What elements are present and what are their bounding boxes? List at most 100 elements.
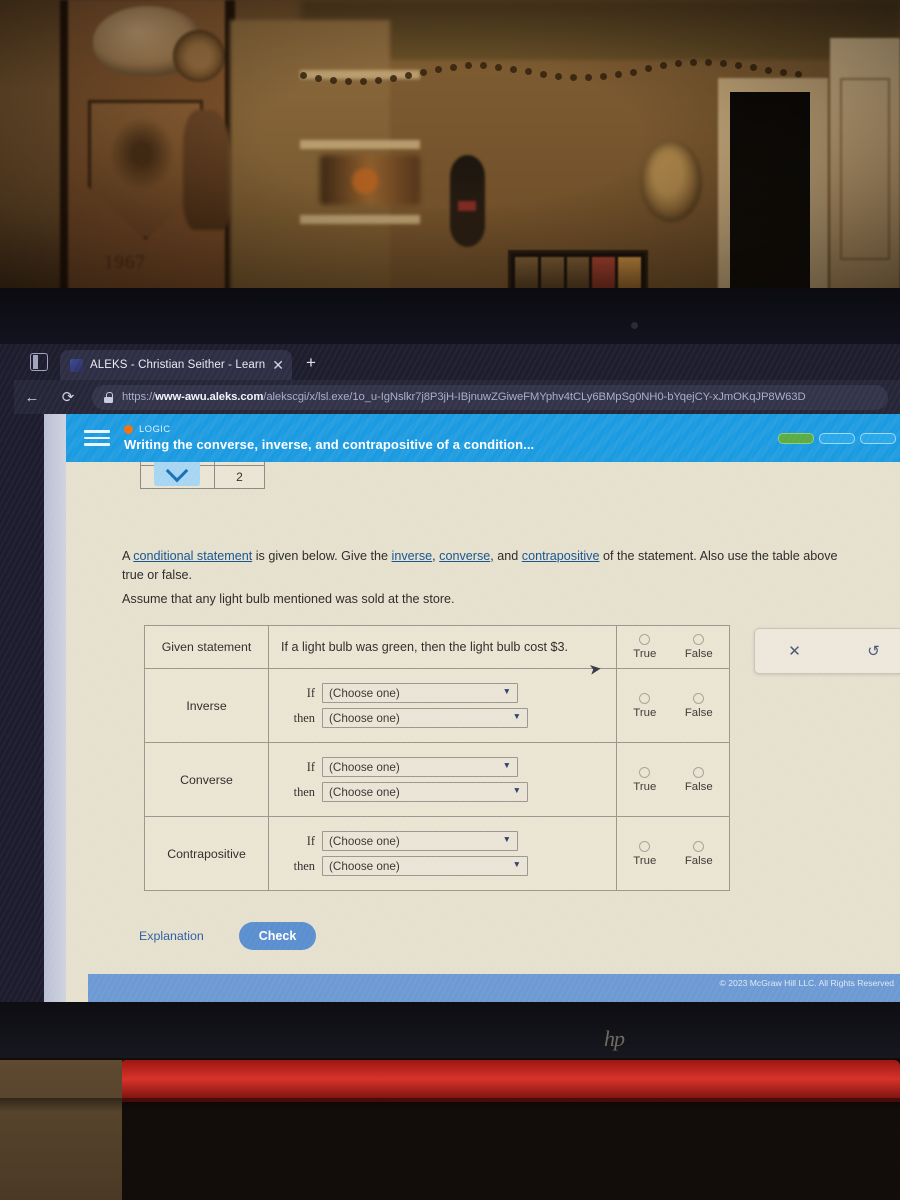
close-tab-icon[interactable]: ✕ [272, 358, 284, 372]
if-select-inverse[interactable]: (Choose one) [322, 683, 518, 703]
tab-actions-icon[interactable] [30, 353, 48, 371]
progress-segment [819, 432, 855, 444]
select-line: If (Choose one) [281, 831, 604, 851]
prompt-p2: is given below. Give the [252, 549, 392, 563]
laptop-base-left-shadow [0, 1060, 122, 1200]
select-line: then (Choose one) [281, 708, 604, 728]
menu-icon[interactable] [84, 426, 110, 449]
false-radio-option[interactable]: False [684, 840, 713, 867]
laptop-top-bezel [0, 288, 900, 344]
table-row: Given statement If a light bulb was green… [144, 625, 730, 669]
true-radio-button[interactable] [639, 840, 651, 852]
truth-radio-group: True False [619, 840, 727, 867]
false-radio-button[interactable] [693, 766, 705, 778]
laptop-bottom-bezel [0, 1002, 900, 1058]
url-host: www-awu.aleks.com [155, 391, 264, 403]
true-radio-button[interactable] [639, 766, 651, 778]
inverse-link[interactable]: inverse [392, 549, 433, 563]
if-keyword: If [306, 833, 315, 848]
back-icon[interactable]: ← [14, 384, 50, 410]
true-radio-label: True [633, 780, 657, 793]
false-radio-option[interactable]: False [684, 692, 713, 719]
select-line: If (Choose one) [281, 683, 604, 703]
false-radio-option[interactable]: False [684, 766, 713, 793]
true-radio-button[interactable] [639, 692, 651, 704]
prompt-p1: A [122, 549, 134, 563]
if-keyword: If [306, 685, 315, 700]
clear-icon[interactable]: ✕ [755, 642, 834, 660]
conditional-statement-link[interactable]: conditional statement [133, 549, 252, 563]
aleks-header: LOGIC Writing the converse, inverse, and… [66, 414, 900, 462]
table-row: Converse If (Choose one) then (Choose one) Tr… [144, 742, 730, 817]
then-select-wrapper: (Choose one) [322, 708, 528, 728]
false-radio-option[interactable]: False [685, 634, 713, 660]
table-row: Contrapositive If (Choose one) then (Choose … [144, 816, 730, 891]
if-select-wrapper: (Choose one) [322, 831, 518, 851]
assumption-text: Assume that any light bulb mentioned was… [122, 592, 455, 606]
count-cell: 2 [214, 465, 265, 489]
if-select-contrapositive[interactable]: (Choose one) [322, 831, 518, 851]
address-bar[interactable]: https://www-awu.aleks.com/alekscgi/x/lsl… [92, 384, 888, 410]
select-line: then (Choose one) [281, 782, 604, 802]
false-radio-label: False [684, 706, 713, 719]
false-radio-label: False [684, 780, 713, 793]
favicon-icon [70, 358, 83, 372]
if-select-wrapper: (Choose one) [322, 757, 518, 777]
contrapositive-link[interactable]: contrapositive [522, 549, 600, 563]
prompt-text: A conditional statement is given below. … [122, 547, 890, 585]
truth-radio-group: True False [619, 692, 727, 719]
row-label: Contrapositive [144, 816, 269, 891]
then-keyword: then [293, 858, 315, 873]
new-tab-icon[interactable]: + [306, 354, 316, 371]
row-label: Converse [144, 742, 269, 817]
false-radio-label: False [684, 648, 713, 660]
then-select-inverse[interactable]: (Choose one) [322, 708, 528, 728]
chevron-down-icon[interactable] [154, 462, 200, 486]
explanation-button[interactable]: Explanation [126, 922, 217, 950]
truth-radio-group: True False [619, 766, 727, 793]
converse-link[interactable]: converse [439, 549, 490, 563]
room-photo-background: 1967 [0, 0, 900, 300]
if-select-converse[interactable]: (Choose one) [322, 757, 518, 777]
false-radio-button[interactable] [693, 634, 705, 645]
url-path: /alekscgi/x/lsl.exe/1o_u-IgNslkr7j8P3jH-… [263, 391, 806, 403]
truth-value-cell: True False [616, 742, 730, 817]
reload-icon[interactable]: ⟳ [50, 384, 86, 410]
action-buttons: Explanation Check [126, 922, 317, 950]
true-radio-option[interactable]: True [633, 692, 657, 719]
if-keyword: If [306, 759, 315, 774]
select-line: then (Choose one) [281, 856, 604, 876]
true-radio-option[interactable]: True [633, 766, 657, 793]
lock-icon [104, 391, 113, 403]
truth-value-cell: True False [616, 668, 730, 743]
undo-icon[interactable]: ↺ [834, 642, 900, 660]
prompt-p6: true or false. [122, 567, 192, 582]
then-select-converse[interactable]: (Choose one) [322, 782, 528, 802]
hp-logo: hp [604, 1026, 625, 1051]
check-button[interactable]: Check [238, 922, 317, 950]
false-radio-button[interactable] [693, 692, 705, 704]
webcam-icon [631, 322, 638, 329]
base-shadow [0, 1098, 900, 1112]
laptop-screen: ALEKS - Christian Seither - Learn ✕ + ← … [0, 344, 900, 1002]
tool-palette: ✕ ↺ [754, 628, 900, 674]
table-row: Inverse If (Choose one) then (Choose one) Tru… [144, 668, 730, 743]
statement-cell: If (Choose one) then (Choose one) [268, 816, 617, 891]
then-select-contrapositive[interactable]: (Choose one) [322, 856, 528, 876]
mouse-cursor-icon: ➤ [587, 660, 603, 679]
false-radio-button[interactable] [693, 840, 705, 852]
tab-title: ALEKS - Christian Seither - Learn [90, 359, 266, 371]
true-radio-option[interactable]: True [633, 840, 656, 867]
copyright-text: © 2023 McGraw Hill LLC. All Rights Reser… [719, 978, 894, 988]
browser-tab[interactable]: ALEKS - Christian Seither - Learn ✕ [60, 350, 292, 380]
prompt-p4: , and [490, 549, 522, 563]
then-keyword: then [293, 710, 315, 725]
progress-segment [860, 432, 896, 444]
true-radio-option[interactable]: True [633, 634, 656, 660]
select-line: If (Choose one) [281, 757, 604, 777]
true-radio-button[interactable] [639, 634, 651, 645]
true-radio-label: True [633, 706, 657, 719]
laptop-hinge [120, 1060, 900, 1102]
topic-dot-icon [124, 425, 133, 434]
false-radio-label: False [684, 854, 713, 867]
